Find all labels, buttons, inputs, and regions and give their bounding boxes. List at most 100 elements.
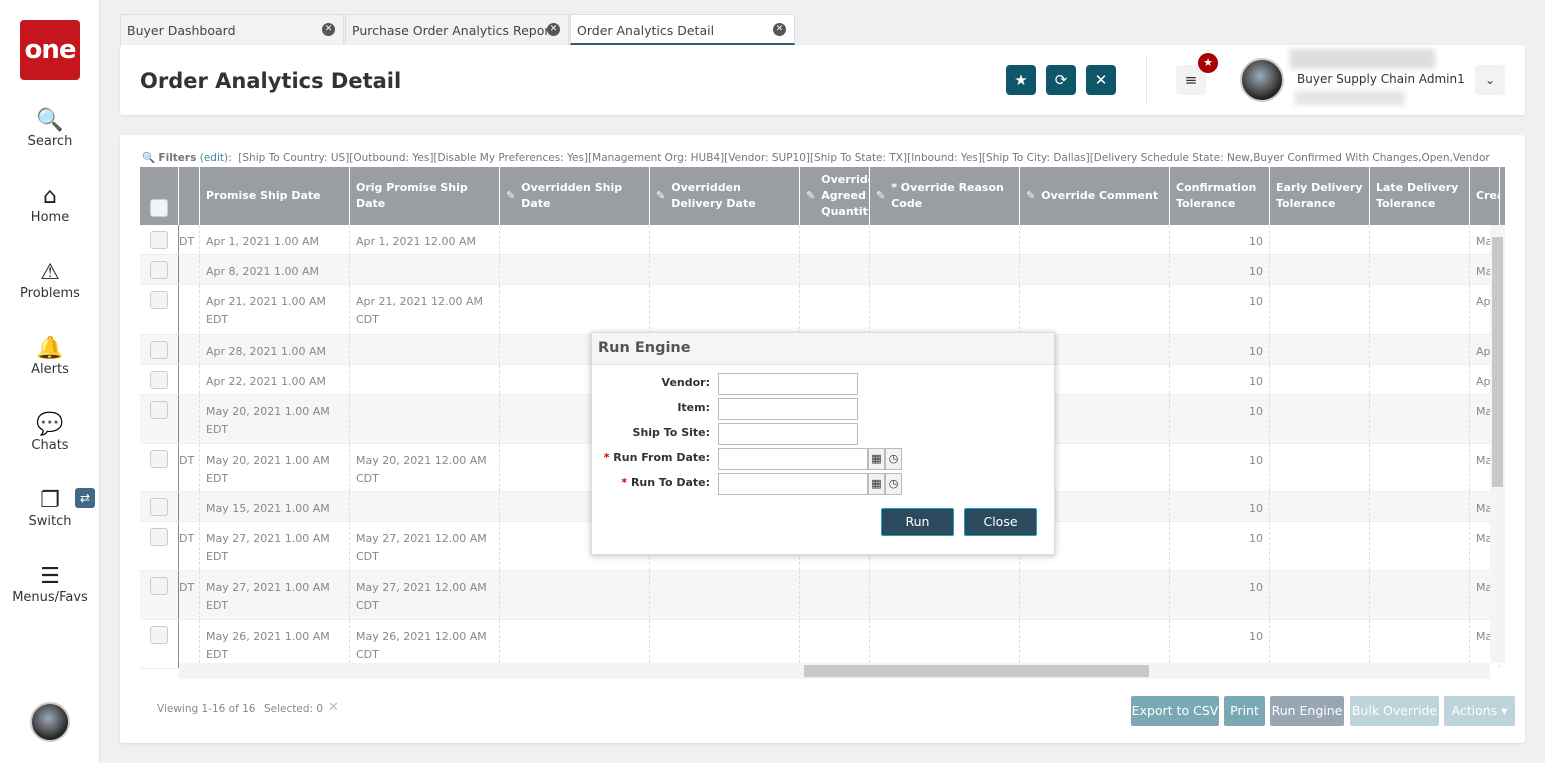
row-checkbox[interactable] bbox=[150, 498, 168, 516]
column-header[interactable]: ✎ Overridden Agreed Quantity bbox=[800, 167, 870, 225]
calendar-icon[interactable]: ▦ bbox=[868, 448, 885, 470]
column-label: Overridden Agreed Quantity bbox=[821, 173, 870, 218]
logo[interactable]: one bbox=[20, 20, 80, 80]
row-checkbox[interactable] bbox=[150, 371, 168, 389]
column-label: Orig Promise Ship Date bbox=[356, 181, 468, 210]
table-cell: Apr 21, 2021 12.00 AM CDT bbox=[350, 285, 500, 334]
vendor-input[interactable] bbox=[718, 373, 858, 395]
table-cell bbox=[350, 492, 500, 521]
close-page-button[interactable]: ✕ bbox=[1086, 65, 1116, 95]
clock-icon[interactable]: ◷ bbox=[885, 448, 902, 470]
row-select-cell bbox=[140, 620, 179, 668]
table-cell: May 20, 2021 1.00 AM EDT bbox=[200, 444, 350, 491]
column-header[interactable]: ✎ * Override Reason Code bbox=[870, 167, 1020, 225]
chats-icon: 💬 bbox=[36, 412, 64, 437]
sidebar-item-problems[interactable]: ⚠ Problems bbox=[0, 260, 100, 301]
avatar[interactable] bbox=[30, 702, 70, 742]
tab-label: Purchase Order Analytics Report bbox=[352, 23, 555, 38]
sidebar-item-menus-favs[interactable]: ☰ Menus/Favs bbox=[0, 564, 100, 605]
table-cell bbox=[1370, 522, 1470, 570]
user-avatar[interactable] bbox=[1240, 58, 1284, 102]
table-cell bbox=[870, 620, 1020, 668]
table-row[interactable]: Apr 8, 2021 1.00 AM EDT10Ma bbox=[140, 255, 1500, 285]
row-checkbox[interactable] bbox=[150, 528, 168, 546]
close-button[interactable]: Close bbox=[964, 508, 1037, 536]
select-all-checkbox[interactable] bbox=[150, 199, 168, 217]
column-header[interactable]: Promise Ship Date bbox=[200, 167, 350, 225]
refresh-button[interactable]: ⟳ bbox=[1046, 65, 1076, 95]
tab-purchase-order-analytics-report[interactable]: Purchase Order Analytics Report ✕ bbox=[345, 14, 569, 45]
row-select-cell bbox=[140, 395, 179, 443]
row-checkbox[interactable] bbox=[150, 261, 168, 279]
table-cell bbox=[1370, 395, 1470, 443]
run-to-date-input[interactable] bbox=[718, 473, 868, 495]
sidebar-item-chats[interactable]: 💬 Chats bbox=[0, 412, 100, 453]
column-header[interactable]: Confirmation Tolerance bbox=[1170, 167, 1270, 225]
table-cell: DT bbox=[179, 444, 200, 491]
clock-icon[interactable]: ◷ bbox=[885, 473, 902, 495]
sidebar-item-search[interactable]: 🔍 Search bbox=[0, 108, 100, 149]
column-label: Overridden Ship Date bbox=[521, 181, 623, 210]
column-header[interactable]: Early Delivery Tolerance bbox=[1270, 167, 1370, 225]
table-cell bbox=[650, 620, 800, 668]
column-header[interactable]: ✎ Overridden Ship Date bbox=[500, 167, 650, 225]
row-checkbox[interactable] bbox=[150, 231, 168, 249]
run-from-date-input[interactable] bbox=[718, 448, 868, 470]
print-button[interactable]: Print bbox=[1224, 696, 1265, 726]
table-row[interactable]: May 26, 2021 1.00 AM EDT May 26, 2021 12.… bbox=[140, 620, 1500, 669]
column-header[interactable] bbox=[179, 167, 200, 225]
switch-badge-icon: ⇄ bbox=[75, 488, 95, 508]
table-cell bbox=[1370, 571, 1470, 619]
table-cell bbox=[1370, 335, 1470, 364]
row-checkbox[interactable] bbox=[150, 401, 168, 419]
column-label: * Override Reason Code bbox=[891, 181, 1004, 210]
row-checkbox[interactable] bbox=[150, 450, 168, 468]
table-cell: May 20, 2021 12.00 AM CDT bbox=[350, 444, 500, 491]
actions-dropdown[interactable]: Actions ▾ bbox=[1444, 696, 1515, 726]
horizontal-scrollbar[interactable] bbox=[179, 663, 1490, 679]
table-cell bbox=[1270, 225, 1370, 254]
column-header[interactable]: Orig Promise Ship Date bbox=[350, 167, 500, 225]
run-engine-button[interactable]: Run Engine bbox=[1270, 696, 1344, 726]
bulk-override-button[interactable]: Bulk Override bbox=[1350, 696, 1439, 726]
table-row[interactable]: DTApr 1, 2021 1.00 AM EDTApr 1, 2021 12.… bbox=[140, 225, 1500, 255]
tab-order-analytics-detail[interactable]: Order Analytics Detail ✕ bbox=[570, 14, 795, 45]
sidebar-item-home[interactable]: ⌂ Home bbox=[0, 184, 100, 225]
row-checkbox[interactable] bbox=[150, 291, 168, 309]
run-button[interactable]: Run bbox=[881, 508, 954, 536]
column-header[interactable]: Late Delivery Tolerance bbox=[1370, 167, 1470, 225]
calendar-icon[interactable]: ▦ bbox=[868, 473, 885, 495]
table-row[interactable]: DT May 27, 2021 1.00 AM EDT May 27, 2021 1… bbox=[140, 571, 1500, 620]
sidebar-item-alerts[interactable]: 🔔 Alerts bbox=[0, 336, 100, 377]
edit-filters-link[interactable]: edit bbox=[204, 152, 224, 164]
column-header[interactable]: Creat bbox=[1470, 167, 1500, 225]
close-icon[interactable]: ✕ bbox=[322, 23, 335, 36]
favorite-button[interactable]: ★ bbox=[1006, 65, 1036, 95]
column-header[interactable]: ✎ Override Comment bbox=[1020, 167, 1170, 225]
table-cell bbox=[1270, 492, 1370, 521]
row-checkbox[interactable] bbox=[150, 577, 168, 595]
table-cell bbox=[1270, 620, 1370, 668]
user-menu-chevron-down-icon[interactable]: ⌄ bbox=[1475, 65, 1505, 95]
item-input[interactable] bbox=[718, 398, 858, 420]
column-header[interactable]: ✎ Overridden Delivery Date bbox=[650, 167, 800, 225]
table-cell: 10 bbox=[1170, 571, 1270, 619]
tab-label: Buyer Dashboard bbox=[127, 23, 236, 38]
clear-selection-icon[interactable]: ✕ bbox=[328, 700, 339, 715]
close-icon[interactable]: ✕ bbox=[547, 23, 560, 36]
row-select-cell bbox=[140, 335, 179, 364]
edit-icon: ✎ bbox=[506, 189, 516, 202]
export-csv-button[interactable]: Export to CSV bbox=[1131, 696, 1219, 726]
row-checkbox[interactable] bbox=[150, 626, 168, 644]
vertical-scrollbar[interactable] bbox=[1490, 225, 1505, 663]
vendor-label: Vendor: bbox=[661, 376, 710, 389]
sidebar-item-label: Alerts bbox=[31, 362, 69, 377]
ship-to-site-input[interactable] bbox=[718, 423, 858, 445]
tab-buyer-dashboard[interactable]: Buyer Dashboard ✕ bbox=[120, 14, 344, 45]
table-row[interactable]: Apr 21, 2021 1.00 AM EDT Apr 21, 2021 12.… bbox=[140, 285, 1500, 335]
row-select-cell bbox=[140, 255, 179, 284]
close-icon[interactable]: ✕ bbox=[773, 23, 786, 36]
grid-header: Promise Ship Date Orig Promise Ship Date ✎… bbox=[140, 167, 1505, 225]
row-select-cell bbox=[140, 492, 179, 521]
row-checkbox[interactable] bbox=[150, 341, 168, 359]
